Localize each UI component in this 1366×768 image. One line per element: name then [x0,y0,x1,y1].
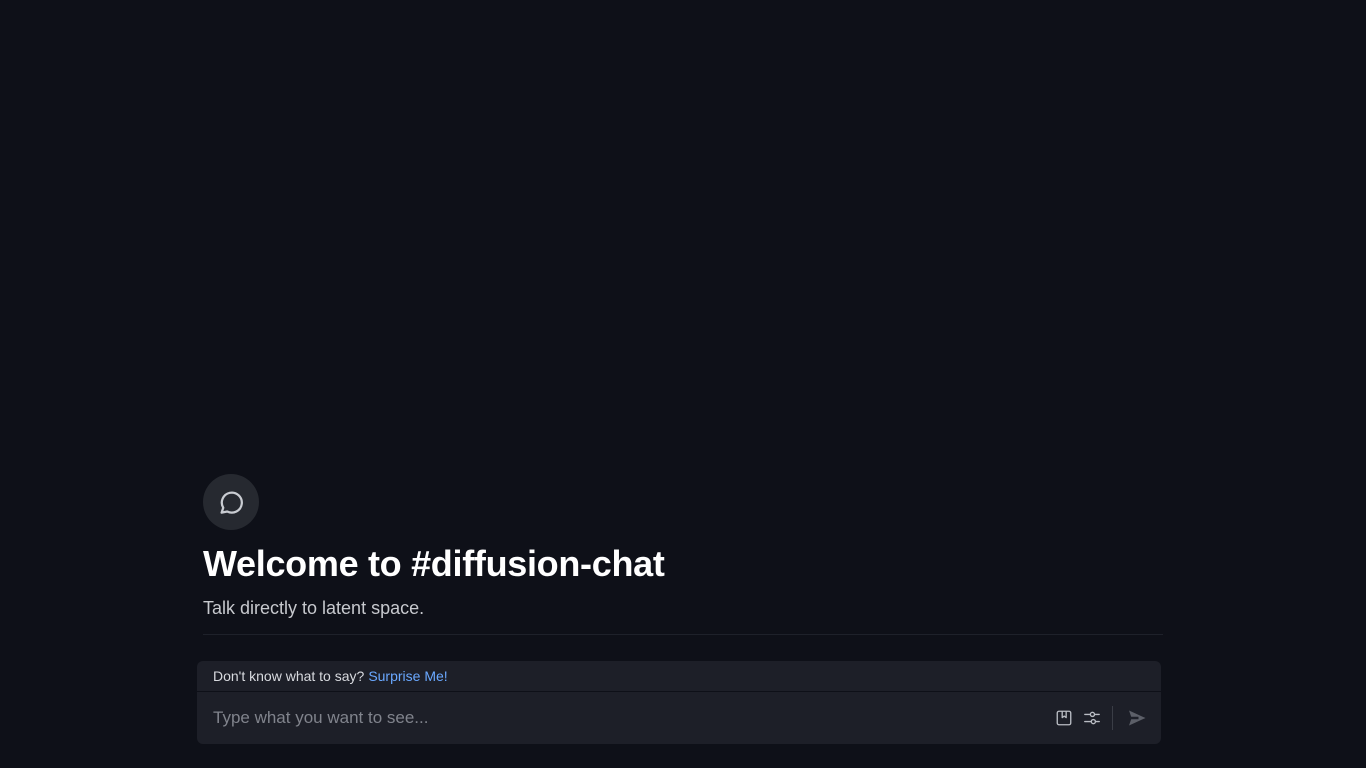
composer-input-row [197,692,1161,744]
prompt-input[interactable] [213,704,1048,732]
bookmark-icon[interactable] [1052,706,1076,730]
page-title: Welcome to #diffusion-chat [203,543,665,584]
composer-hint: Don't know what to say? Surprise Me! [197,661,1161,692]
message-composer: Don't know what to say? Surprise Me! [197,661,1161,744]
welcome-section: Welcome to #diffusion-chat Talk directly… [203,474,1163,619]
surprise-me-link[interactable]: Surprise Me! [368,668,447,684]
toolbar-divider [1112,706,1113,730]
page-subtitle: Talk directly to latent space. [203,598,425,618]
hint-text: Don't know what to say? [213,668,365,684]
sliders-icon[interactable] [1080,706,1104,730]
send-icon[interactable] [1125,706,1149,730]
chat-page: Welcome to #diffusion-chat Talk directly… [0,0,1366,768]
divider [203,634,1163,635]
chat-bubble-icon [203,474,259,530]
